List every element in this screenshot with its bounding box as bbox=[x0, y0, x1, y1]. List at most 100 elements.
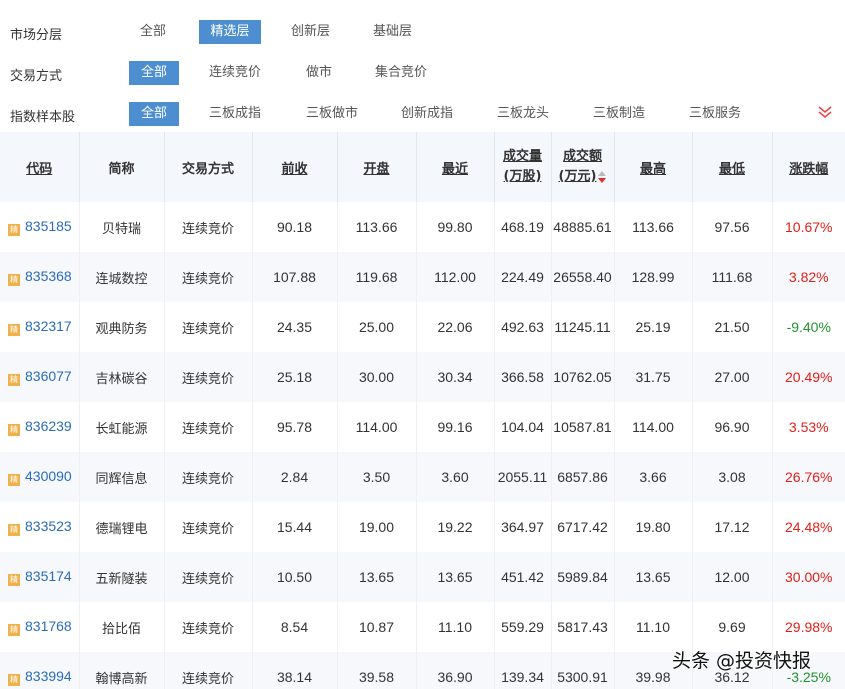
stock-name[interactable]: 长虹能源 bbox=[79, 402, 165, 452]
filter-market-tier: 市场分层 全部 精选层 创新层 基础层 bbox=[0, 16, 845, 48]
stock-name[interactable]: 同辉信息 bbox=[79, 452, 165, 502]
table-row[interactable]: 精 836239 长虹能源 连续竞价 95.78 114.00 99.16 104.04 105… bbox=[0, 402, 845, 452]
filter-index-sample: 指数样本股 全部 三板成指 三板做市 创新成指 三板龙头 三板制造 三板服务 bbox=[0, 98, 845, 130]
open-price: 30.00 bbox=[337, 352, 417, 402]
market-tier-option-basic[interactable]: 基础层 bbox=[373, 20, 412, 44]
watermark: 头条 @投资快报 bbox=[672, 650, 812, 672]
index-option-market-making[interactable]: 三板做市 bbox=[306, 102, 358, 126]
header-volume[interactable]: 成交量 (万股) bbox=[494, 132, 552, 202]
table-row[interactable]: 精 835368 连城数控 连续竞价 107.88 119.68 112.00 224.49 2… bbox=[0, 252, 845, 302]
stock-name[interactable]: 翰博高新 bbox=[79, 652, 165, 689]
double-chevron-down-icon[interactable] bbox=[817, 104, 833, 120]
market-tier-option-select[interactable]: 精选层 bbox=[199, 20, 261, 44]
trade-mode-option-call-auction[interactable]: 集合竞价 bbox=[375, 61, 427, 85]
high-price: 25.19 bbox=[614, 302, 693, 352]
last-price: 99.80 bbox=[416, 202, 495, 252]
stock-code-text[interactable]: 430090 bbox=[25, 468, 72, 484]
change-percent: 29.98% bbox=[785, 619, 833, 635]
filter-label-index-sample: 指数样本股 bbox=[10, 110, 76, 125]
high-price: 114.00 bbox=[614, 402, 693, 452]
index-option-innovation[interactable]: 创新成指 bbox=[401, 102, 453, 126]
table-row[interactable]: 精 832317 观典防务 连续竞价 24.35 25.00 22.06 492.63 1124… bbox=[0, 302, 845, 352]
change-percent: 24.48% bbox=[785, 519, 833, 535]
index-option-all[interactable]: 全部 bbox=[129, 102, 179, 126]
header-code[interactable]: 代码 bbox=[0, 132, 80, 202]
prev-close: 15.44 bbox=[252, 502, 338, 552]
amount: 48885.61 bbox=[551, 202, 615, 252]
filter-trade-mode: 交易方式 全部 连续竞价 做市 集合竞价 bbox=[0, 57, 845, 89]
stock-code-link[interactable]: 精 835368 bbox=[0, 252, 80, 302]
stock-code-text[interactable]: 835185 bbox=[25, 218, 72, 234]
stock-name[interactable]: 五新隧装 bbox=[79, 552, 165, 602]
header-amount[interactable]: 成交额 (万元) bbox=[551, 132, 615, 202]
prev-close: 38.14 bbox=[252, 652, 338, 689]
stock-code-text[interactable]: 831768 bbox=[25, 618, 72, 634]
stock-code-link[interactable]: 精 430090 bbox=[0, 452, 80, 502]
header-open[interactable]: 开盘 bbox=[337, 132, 417, 202]
stock-name[interactable]: 贝特瑞 bbox=[79, 202, 165, 252]
header-change[interactable]: 涨跌幅 bbox=[772, 132, 845, 202]
volume: 104.04 bbox=[494, 402, 552, 452]
trade-mode-option-all[interactable]: 全部 bbox=[129, 61, 179, 85]
stock-code-link[interactable]: 精 835174 bbox=[0, 552, 80, 602]
sort-desc-icon[interactable] bbox=[598, 170, 607, 183]
low-price: 97.56 bbox=[692, 202, 773, 252]
stock-code-link[interactable]: 精 833523 bbox=[0, 502, 80, 552]
trade-mode-option-continuous[interactable]: 连续竞价 bbox=[209, 61, 261, 85]
table-row[interactable]: 精 836077 吉林碳谷 连续竞价 25.18 30.00 30.34 366.58 1076… bbox=[0, 352, 845, 402]
amount: 5989.84 bbox=[551, 552, 615, 602]
stock-code-text[interactable]: 833994 bbox=[25, 668, 72, 684]
stock-code-text[interactable]: 836239 bbox=[25, 418, 72, 434]
quote-table-container: 代码 简称 交易方式 前收 开盘 最近 成交量 (万股) 成交额 (万元) 最高… bbox=[0, 132, 845, 689]
stock-code-link[interactable]: 精 833994 bbox=[0, 652, 80, 689]
table-row[interactable]: 精 835174 五新隧装 连续竞价 10.50 13.65 13.65 451.42 5989… bbox=[0, 552, 845, 602]
high-price: 11.10 bbox=[614, 602, 693, 652]
high-price: 13.65 bbox=[614, 552, 693, 602]
trade-mode-option-market-making[interactable]: 做市 bbox=[306, 61, 332, 85]
table-row[interactable]: 精 833523 德瑞锂电 连续竞价 15.44 19.00 19.22 364.97 6717… bbox=[0, 502, 845, 552]
volume: 364.97 bbox=[494, 502, 552, 552]
high-price: 113.66 bbox=[614, 202, 693, 252]
market-tier-option-innovation[interactable]: 创新层 bbox=[291, 20, 330, 44]
stock-code-link[interactable]: 精 831768 bbox=[0, 602, 80, 652]
last-price: 13.65 bbox=[416, 552, 495, 602]
high-price: 31.75 bbox=[614, 352, 693, 402]
index-option-services[interactable]: 三板服务 bbox=[689, 102, 741, 126]
header-last[interactable]: 最近 bbox=[416, 132, 495, 202]
market-tier-option-all[interactable]: 全部 bbox=[140, 20, 166, 44]
stock-name[interactable]: 吉林碳谷 bbox=[79, 352, 165, 402]
stock-code-text[interactable]: 832317 bbox=[25, 318, 72, 334]
stock-code-text[interactable]: 835174 bbox=[25, 568, 72, 584]
stock-code-link[interactable]: 精 836239 bbox=[0, 402, 80, 452]
change-percent: 3.82% bbox=[788, 269, 829, 285]
last-price: 11.10 bbox=[416, 602, 495, 652]
index-option-manufacturing[interactable]: 三板制造 bbox=[593, 102, 645, 126]
table-row[interactable]: 精 835185 贝特瑞 连续竞价 90.18 113.66 99.80 468.19 4888… bbox=[0, 202, 845, 252]
stock-code-link[interactable]: 精 835185 bbox=[0, 202, 80, 252]
index-option-leaders[interactable]: 三板龙头 bbox=[497, 102, 549, 126]
stock-name[interactable]: 观典防务 bbox=[79, 302, 165, 352]
header-low[interactable]: 最低 bbox=[692, 132, 773, 202]
stock-name[interactable]: 连城数控 bbox=[79, 252, 165, 302]
table-row[interactable]: 精 430090 同辉信息 连续竞价 2.84 3.50 3.60 2055.11 6857.8… bbox=[0, 452, 845, 502]
header-high[interactable]: 最高 bbox=[614, 132, 693, 202]
select-tier-badge-icon: 精 bbox=[8, 274, 20, 286]
stock-name[interactable]: 德瑞锂电 bbox=[79, 502, 165, 552]
index-option-composite[interactable]: 三板成指 bbox=[209, 102, 261, 126]
select-tier-badge-icon: 精 bbox=[8, 374, 20, 386]
stock-name[interactable]: 拾比佰 bbox=[79, 602, 165, 652]
last-price: 22.06 bbox=[416, 302, 495, 352]
table-row[interactable]: 精 831768 拾比佰 连续竞价 8.54 10.87 11.10 559.29 5817.4… bbox=[0, 602, 845, 652]
low-price: 21.50 bbox=[692, 302, 773, 352]
prev-close: 25.18 bbox=[252, 352, 338, 402]
stock-code-link[interactable]: 精 832317 bbox=[0, 302, 80, 352]
stock-code-text[interactable]: 836077 bbox=[25, 368, 72, 384]
open-price: 3.50 bbox=[337, 452, 417, 502]
header-prev-close[interactable]: 前收 bbox=[252, 132, 338, 202]
stock-code-text[interactable]: 835368 bbox=[25, 268, 72, 284]
stock-code-text[interactable]: 833523 bbox=[25, 518, 72, 534]
filter-label-market-tier: 市场分层 bbox=[10, 28, 63, 43]
trade-mode: 连续竞价 bbox=[164, 402, 253, 452]
amount: 11245.11 bbox=[551, 302, 615, 352]
stock-code-link[interactable]: 精 836077 bbox=[0, 352, 80, 402]
